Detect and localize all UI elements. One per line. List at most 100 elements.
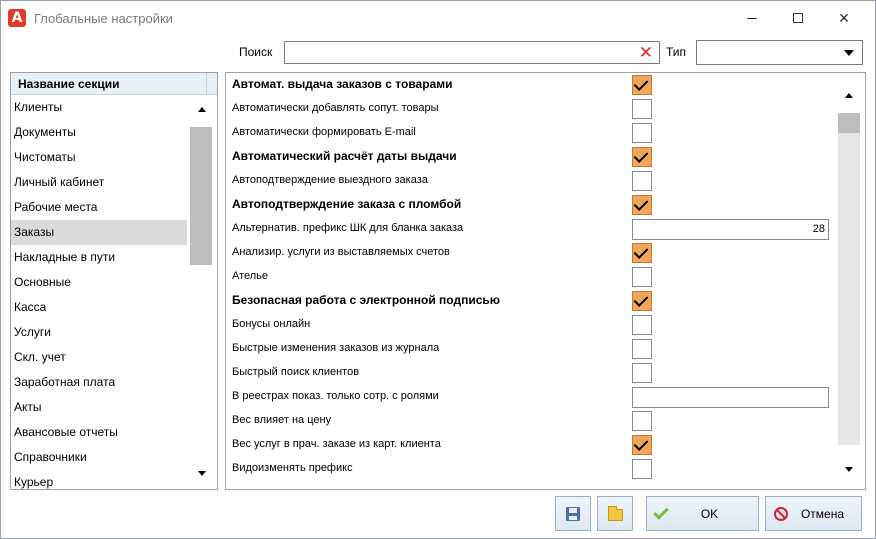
setting-checkbox[interactable] bbox=[632, 171, 652, 191]
section-item[interactable]: Курьер bbox=[11, 470, 187, 489]
setting-label: Автоматически формировать E-mail bbox=[232, 126, 416, 138]
section-item[interactable]: Клиенты bbox=[11, 95, 187, 120]
window-title: Глобальные настройки bbox=[34, 11, 173, 26]
setting-label: Автоподтверждение заказа с пломбой bbox=[232, 197, 462, 211]
global-settings-window: A Глобальные настройки ✕ Поиск ✕ Тип Наз… bbox=[0, 0, 876, 539]
open-button[interactable] bbox=[597, 496, 633, 531]
settings-panel: Автомат. выдача заказов с товарами Автома… bbox=[225, 72, 866, 490]
setting-checkbox[interactable] bbox=[632, 195, 652, 215]
minimize-button[interactable] bbox=[729, 1, 775, 35]
type-label: Тип bbox=[666, 45, 687, 59]
setting-row: Вес влияет на цену bbox=[226, 409, 832, 433]
setting-checkbox[interactable] bbox=[632, 267, 652, 287]
setting-checkbox[interactable] bbox=[632, 243, 652, 263]
setting-number-field[interactable] bbox=[632, 387, 829, 408]
cancel-button[interactable]: Отмена bbox=[765, 496, 862, 531]
section-item[interactable]: Авансовые отчеты bbox=[11, 420, 187, 445]
setting-checkbox[interactable] bbox=[632, 459, 652, 479]
section-item[interactable]: Заказы bbox=[11, 220, 187, 245]
minimize-icon bbox=[747, 17, 757, 19]
checkmark-icon bbox=[653, 504, 669, 520]
clear-search-icon[interactable]: ✕ bbox=[639, 43, 653, 63]
sections-list: Клиенты Документы Чистоматы Личный кабинет Р… bbox=[11, 95, 187, 489]
setting-label: Быстрый поиск клиентов bbox=[232, 366, 360, 378]
floppy-disk-icon bbox=[566, 506, 580, 521]
settings-scrollbar[interactable] bbox=[835, 75, 862, 487]
sections-list-panel: Название секции Клиенты Документы Чистомат… bbox=[10, 72, 218, 490]
setting-checkbox[interactable] bbox=[632, 147, 652, 167]
settings-list: Автомат. выдача заказов с товарами Автома… bbox=[226, 73, 832, 481]
setting-label: Безопасная работа с электронной подписью bbox=[232, 293, 500, 307]
section-item[interactable]: Документы bbox=[11, 120, 187, 145]
sections-header: Название секции bbox=[11, 73, 217, 95]
setting-label: Анализир. услуги из выставляемых счетов bbox=[232, 246, 450, 258]
setting-row: Автоматический расчёт даты выдачи bbox=[226, 145, 832, 169]
setting-row: Автоматически добавлять сопут. товары bbox=[226, 97, 832, 121]
sections-scrollbar[interactable] bbox=[189, 95, 215, 489]
scroll-track[interactable] bbox=[838, 133, 860, 445]
search-label: Поиск bbox=[239, 45, 273, 59]
setting-row: Быстрый поиск клиентов bbox=[226, 361, 832, 385]
maximize-button[interactable] bbox=[775, 1, 821, 35]
section-item[interactable]: Основные bbox=[11, 270, 187, 295]
setting-label: Вес влияет на цену bbox=[232, 414, 332, 426]
cancel-icon bbox=[774, 507, 788, 521]
dropdown-arrow-icon bbox=[844, 50, 854, 56]
setting-row: Автоподтверждение заказа с пломбой bbox=[226, 193, 832, 217]
setting-checkbox[interactable] bbox=[632, 339, 652, 359]
scroll-up-icon[interactable] bbox=[198, 107, 206, 112]
setting-checkbox[interactable] bbox=[632, 123, 652, 143]
setting-checkbox[interactable] bbox=[632, 75, 652, 95]
section-item[interactable]: Справочники bbox=[11, 445, 187, 470]
save-button[interactable] bbox=[555, 496, 591, 531]
setting-row: Бонусы онлайн bbox=[226, 313, 832, 337]
setting-label: Видоизменять префикс bbox=[232, 462, 353, 474]
header-divider bbox=[206, 73, 207, 95]
setting-row: Безопасная работа с электронной подписью bbox=[226, 289, 832, 313]
section-item[interactable]: Услуги bbox=[11, 320, 187, 345]
setting-row: Быстрые изменения заказов из журнала bbox=[226, 337, 832, 361]
scroll-thumb[interactable] bbox=[190, 127, 212, 265]
setting-checkbox[interactable] bbox=[632, 99, 652, 119]
scroll-down-icon[interactable] bbox=[845, 467, 853, 472]
setting-label: Автоподтверждение выездного заказа bbox=[232, 174, 428, 186]
setting-row: Автоподтверждение выездного заказа bbox=[226, 169, 832, 193]
setting-label: Ателье bbox=[232, 270, 269, 282]
setting-number-field[interactable]: 28 bbox=[632, 219, 829, 240]
setting-row: Автоматически формировать E-mail bbox=[226, 121, 832, 145]
search-input[interactable] bbox=[285, 42, 625, 63]
section-item[interactable]: Касса bbox=[11, 295, 187, 320]
ok-button[interactable]: OK bbox=[646, 496, 759, 531]
setting-checkbox[interactable] bbox=[632, 363, 652, 383]
setting-checkbox[interactable] bbox=[632, 435, 652, 455]
setting-checkbox[interactable] bbox=[632, 411, 652, 431]
section-item[interactable]: Рабочие места bbox=[11, 195, 187, 220]
setting-checkbox[interactable] bbox=[632, 315, 652, 335]
app-logo-icon: A bbox=[8, 9, 26, 27]
section-item[interactable]: Акты bbox=[11, 395, 187, 420]
folder-icon bbox=[607, 505, 623, 521]
scroll-up-icon[interactable] bbox=[845, 93, 853, 98]
section-item[interactable]: Накладные в пути bbox=[11, 245, 187, 270]
setting-row: Ателье bbox=[226, 265, 832, 289]
section-item[interactable]: Скл. учет bbox=[11, 345, 187, 370]
type-select[interactable] bbox=[696, 40, 863, 65]
section-item[interactable]: Чистоматы bbox=[11, 145, 187, 170]
title-bar: A Глобальные настройки ✕ bbox=[1, 1, 875, 35]
setting-row: Анализир. услуги из выставляемых счетов bbox=[226, 241, 832, 265]
setting-label: Вес услуг в прач. заказе из карт. клиент… bbox=[232, 438, 441, 450]
maximize-icon bbox=[793, 13, 803, 23]
search-field[interactable]: ✕ bbox=[284, 41, 660, 64]
setting-checkbox[interactable] bbox=[632, 291, 652, 311]
setting-label: Альтернатив. префикс ШК для бланка заказ… bbox=[232, 222, 464, 234]
setting-label: Автоматически добавлять сопут. товары bbox=[232, 102, 439, 114]
setting-label: Автомат. выдача заказов с товарами bbox=[232, 77, 453, 91]
section-item[interactable]: Личный кабинет bbox=[11, 170, 187, 195]
ok-button-label: OK bbox=[700, 506, 719, 521]
close-window-button[interactable]: ✕ bbox=[821, 1, 867, 35]
setting-label: Бонусы онлайн bbox=[232, 318, 311, 330]
scroll-thumb[interactable] bbox=[838, 113, 860, 133]
scroll-down-icon[interactable] bbox=[198, 471, 206, 476]
setting-row: Видоизменять префикс bbox=[226, 457, 832, 481]
section-item[interactable]: Заработная плата bbox=[11, 370, 187, 395]
